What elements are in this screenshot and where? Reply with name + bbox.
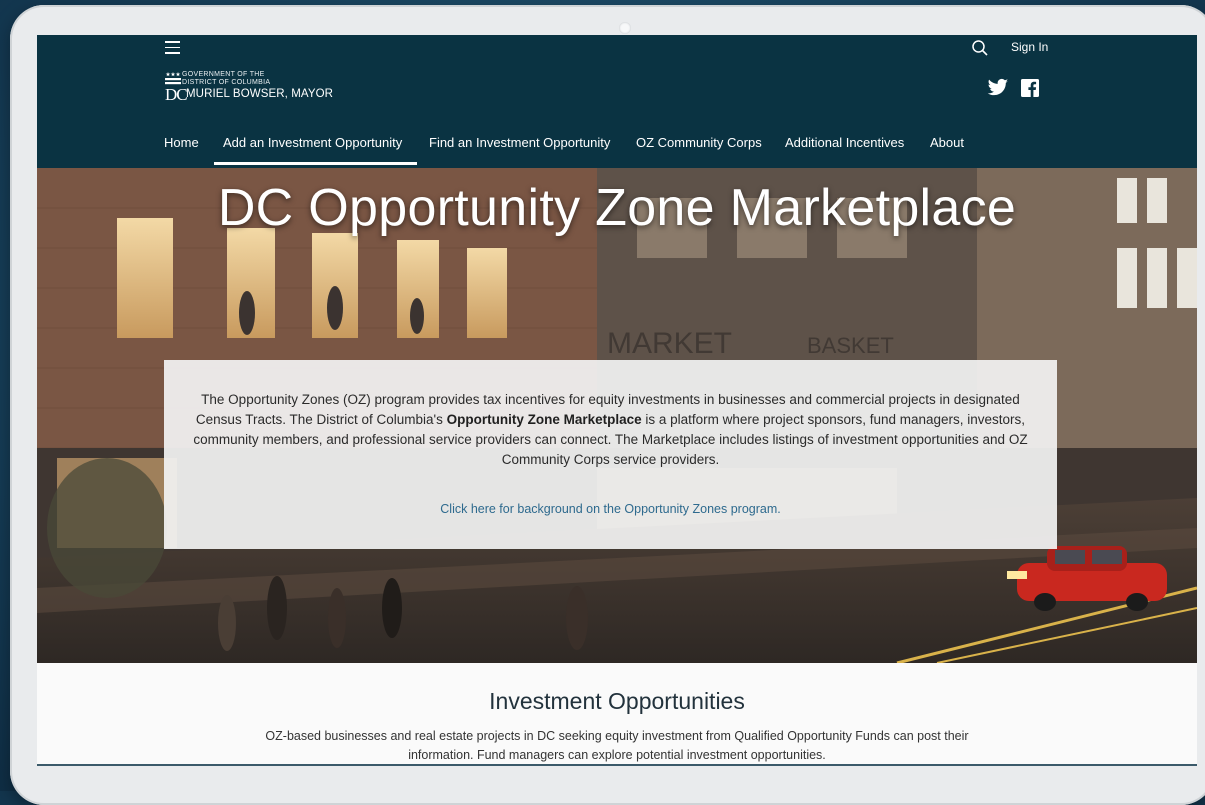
- intro-text-bold: Opportunity Zone Marketplace: [446, 412, 642, 427]
- site-header: Sign In GOVERNMENT OF THE DISTRICT OF CO…: [37, 35, 1197, 168]
- nav-oz-community-corps[interactable]: OZ Community Corps: [636, 135, 762, 150]
- camera-dot: [619, 22, 631, 34]
- browser-screen: Sign In GOVERNMENT OF THE DISTRICT OF CO…: [37, 35, 1197, 766]
- dc-government-logo[interactable]: GOVERNMENT OF THE DISTRICT OF COLUMBIA D…: [165, 69, 335, 104]
- oz-background-link[interactable]: Click here for background on the Opportu…: [164, 502, 1057, 516]
- logo-dc-mark: DC: [165, 85, 188, 104]
- sign-in-link[interactable]: Sign In: [1011, 40, 1048, 54]
- nav-about[interactable]: About: [930, 135, 964, 150]
- search-icon[interactable]: [971, 39, 989, 57]
- nav-additional-incentives[interactable]: Additional Incentives: [785, 135, 904, 150]
- menu-icon[interactable]: [165, 41, 180, 55]
- nav-active-indicator: [214, 162, 417, 165]
- svg-text:BASKET: BASKET: [807, 333, 894, 358]
- nav-home[interactable]: Home: [164, 135, 199, 150]
- twitter-icon[interactable]: [987, 78, 1009, 98]
- logo-line-1: GOVERNMENT OF THE: [182, 71, 265, 78]
- section-description: OZ-based businesses and real estate proj…: [265, 729, 969, 762]
- nav-find-investment[interactable]: Find an Investment Opportunity: [429, 135, 610, 150]
- intro-paragraph: The Opportunity Zones (OZ) program provi…: [188, 390, 1033, 470]
- section-title: Investment Opportunities: [489, 688, 745, 714]
- dc-flag-icon: [165, 72, 181, 85]
- nav-add-investment[interactable]: Add an Investment Opportunity: [223, 135, 402, 150]
- page-title: DC Opportunity Zone Marketplace: [217, 179, 1017, 237]
- investment-opportunities-section: Investment Opportunities OZ-based busine…: [37, 663, 1197, 766]
- intro-card: The Opportunity Zones (OZ) program provi…: [164, 360, 1057, 549]
- logo-line-2: DISTRICT OF COLUMBIA: [182, 79, 271, 86]
- svg-text:MARKET: MARKET: [607, 327, 732, 360]
- logo-mayor-name: MURIEL BOWSER, MAYOR: [186, 88, 334, 100]
- facebook-icon[interactable]: [1021, 79, 1039, 97]
- bottom-divider: [37, 764, 1197, 766]
- hero-banner: MARKET BASKET DC Opportunity Zone Market…: [37, 168, 1197, 663]
